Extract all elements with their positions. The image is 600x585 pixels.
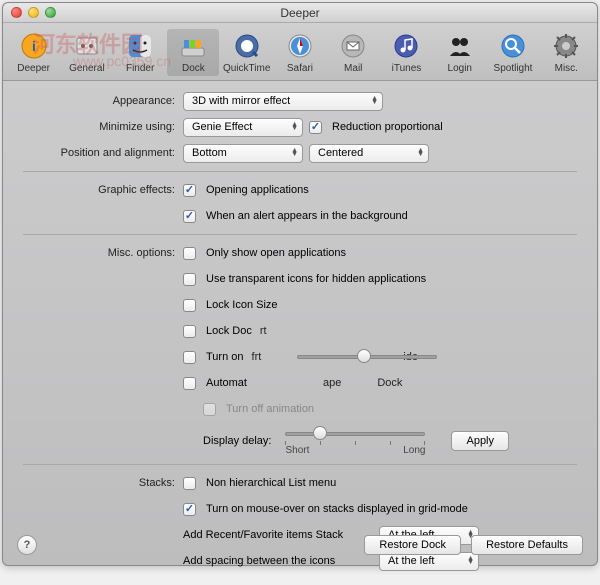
text-fragment: Dock [377, 377, 402, 389]
turn-off-anim-checkbox [203, 403, 216, 416]
transparent-label: Use transparent icons for hidden applica… [206, 273, 426, 285]
lock-dock-label: Lock Doc [206, 325, 252, 337]
chevron-updown-icon: ▲▼ [371, 97, 378, 105]
non-hier-checkbox[interactable] [183, 477, 196, 490]
general-icon [72, 31, 102, 61]
reduction-checkbox[interactable] [309, 121, 322, 134]
text-fragment: frt [252, 351, 262, 363]
only-open-checkbox[interactable] [183, 247, 196, 260]
automat-checkbox[interactable] [183, 377, 196, 390]
minimize-label: Minimize using: [23, 121, 183, 133]
alert-bg-label: When an alert appears in the background [206, 210, 408, 222]
lock-size-checkbox[interactable] [183, 299, 196, 312]
tab-general[interactable]: General [61, 29, 113, 76]
login-icon [445, 31, 475, 61]
titlebar: Deeper [3, 3, 597, 23]
turn-off-anim-label: Turn off animation [226, 403, 314, 415]
svg-text:i: i [32, 38, 36, 54]
chevron-updown-icon: ▲▼ [467, 557, 474, 565]
misc-label: Misc. options: [23, 247, 183, 259]
chevron-updown-icon: ▲▼ [417, 149, 424, 157]
transparent-checkbox[interactable] [183, 273, 196, 286]
lock-size-label: Lock Icon Size [206, 299, 278, 311]
tab-dock[interactable]: Dock [167, 29, 219, 76]
position-select[interactable]: Bottom ▲▼ [183, 144, 303, 163]
text-fragment: rt [260, 325, 267, 337]
toolbar: i Deeper General Finder Dock QuickTime S… [3, 23, 597, 81]
preferences-window: Deeper 河东软件园 www.pc0359.cn i Deeper Gene… [2, 2, 598, 566]
display-delay-label: Display delay: [203, 435, 271, 447]
deeper-icon: i [19, 31, 49, 61]
quicktime-icon [232, 31, 262, 61]
tab-finder[interactable]: Finder [114, 29, 166, 76]
divider [23, 171, 577, 172]
divider [23, 464, 577, 465]
appearance-select[interactable]: 3D with mirror effect ▲▼ [183, 92, 383, 111]
tab-spotlight[interactable]: Spotlight [487, 29, 539, 76]
opening-apps-label: Opening applications [206, 184, 309, 196]
hide-slider[interactable] [297, 348, 437, 366]
tab-login[interactable]: Login [434, 29, 486, 76]
display-delay-slider[interactable] [285, 425, 425, 443]
close-button[interactable] [11, 7, 22, 18]
zoom-button[interactable] [45, 7, 56, 18]
tab-misc[interactable]: Misc. [540, 29, 592, 76]
add-spacing-label: Add spacing between the icons [183, 555, 373, 567]
finder-icon [125, 31, 155, 61]
safari-icon [285, 31, 315, 61]
gear-icon [551, 31, 581, 61]
alignment-select[interactable]: Centered ▲▼ [309, 144, 429, 163]
automat-label: Automat [206, 377, 247, 389]
tab-safari[interactable]: Safari [274, 29, 326, 76]
mail-icon [338, 31, 368, 61]
window-controls [11, 7, 56, 18]
reduction-label: Reduction proportional [332, 121, 443, 133]
tab-deeper[interactable]: i Deeper [8, 29, 60, 76]
turn-on-label: Turn on [206, 351, 244, 363]
graphic-label: Graphic effects: [23, 184, 183, 196]
spotlight-icon [498, 31, 528, 61]
restore-defaults-button[interactable]: Restore Defaults [471, 535, 583, 555]
position-label: Position and alignment: [23, 147, 183, 159]
help-button[interactable]: ? [17, 535, 37, 555]
non-hier-label: Non hierarchical List menu [206, 477, 336, 489]
mouseover-label: Turn on mouse-over on stacks displayed i… [206, 503, 468, 515]
dock-icon [178, 31, 208, 61]
minimize-button[interactable] [28, 7, 39, 18]
tab-mail[interactable]: Mail [327, 29, 379, 76]
chevron-updown-icon: ▲▼ [291, 123, 298, 131]
opening-apps-checkbox[interactable] [183, 184, 196, 197]
tab-itunes[interactable]: iTunes [380, 29, 432, 76]
apply-button[interactable]: Apply [451, 431, 509, 451]
only-open-label: Only show open applications [206, 247, 346, 259]
lock-dock-checkbox[interactable] [183, 325, 196, 338]
minimize-select[interactable]: Genie Effect ▲▼ [183, 118, 303, 137]
itunes-icon [391, 31, 421, 61]
stacks-label: Stacks: [23, 477, 183, 489]
window-title: Deeper [3, 6, 597, 20]
footer: ? Restore Dock Restore Defaults [17, 535, 583, 555]
text-fragment: ape [323, 377, 341, 389]
tab-quicktime[interactable]: QuickTime [221, 29, 273, 76]
slider-labels: Short Long [285, 445, 425, 456]
alert-bg-checkbox[interactable] [183, 210, 196, 223]
appearance-label: Appearance: [23, 95, 183, 107]
restore-dock-button[interactable]: Restore Dock [364, 535, 461, 555]
chevron-updown-icon: ▲▼ [291, 149, 298, 157]
content-area: Appearance: 3D with mirror effect ▲▼ Min… [3, 81, 597, 585]
mouseover-checkbox[interactable] [183, 503, 196, 516]
turn-on-checkbox[interactable] [183, 351, 196, 364]
divider [23, 234, 577, 235]
